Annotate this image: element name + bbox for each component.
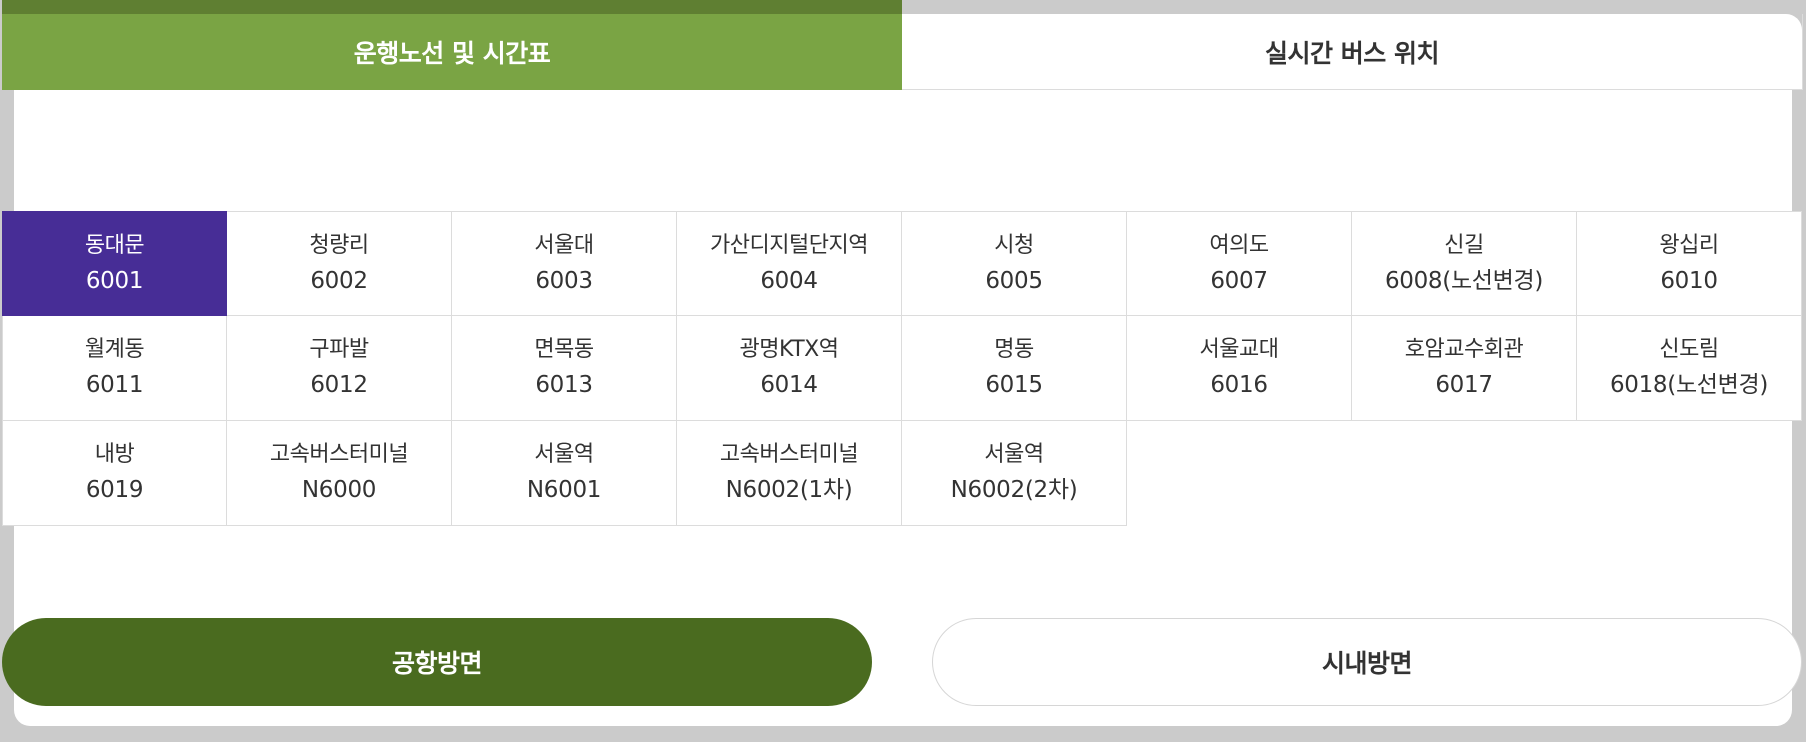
airport-direction-label: 공항방면 bbox=[391, 649, 483, 678]
route-cell[interactable]: 서울대 6003 bbox=[452, 211, 677, 316]
route-cell[interactable]: 월계동 6011 bbox=[2, 316, 227, 421]
route-cell[interactable]: 명동 6015 bbox=[902, 316, 1127, 421]
route-number: N6001 bbox=[526, 477, 602, 503]
route-number: 6008(노선변경) bbox=[1384, 267, 1544, 294]
route-name: 명동 bbox=[994, 337, 1034, 362]
route-cell[interactable]: 서울역 N6001 bbox=[452, 421, 677, 526]
route-number: 6003 bbox=[535, 267, 593, 294]
route-name: 왕십리 bbox=[1659, 232, 1719, 258]
airport-direction-button[interactable]: 공항방면 bbox=[2, 618, 872, 706]
route-cell[interactable]: 청량리 6002 bbox=[227, 211, 452, 316]
route-cell[interactable]: 구파발 6012 bbox=[227, 316, 452, 421]
route-name: 구파발 bbox=[309, 337, 369, 362]
route-cell[interactable]: 고속버스터미널 N6000 bbox=[227, 421, 452, 526]
route-number: 6017 bbox=[1435, 372, 1493, 398]
route-number: 6012 bbox=[310, 372, 368, 398]
route-cell[interactable]: 가산디지털단지역 6004 bbox=[677, 211, 902, 316]
route-name: 동대문 bbox=[84, 232, 145, 258]
bus-route-panel: 운행노선 및 시간표 실시간 버스 위치 동대문 6001 청량리 6002 서울대 60… bbox=[0, 0, 1806, 742]
route-number: 6016 bbox=[1210, 372, 1268, 398]
route-number: 6010 bbox=[1660, 267, 1718, 294]
tab-routes-timetable-label: 운행노선 및 시간표 bbox=[353, 39, 551, 68]
route-cell[interactable]: 왕십리 6010 bbox=[1577, 211, 1802, 316]
route-cell[interactable]: 서울역 N6002(2차) bbox=[902, 421, 1127, 526]
route-cell[interactable]: 신길 6008(노선변경) bbox=[1352, 211, 1577, 316]
route-name: 서울역 bbox=[984, 442, 1044, 467]
route-name: 시청 bbox=[994, 232, 1034, 258]
route-name: 면목동 bbox=[534, 337, 594, 362]
tab-realtime-bus-location-label: 실시간 버스 위치 bbox=[1265, 38, 1439, 68]
route-number: N6002(1차) bbox=[725, 477, 853, 503]
route-number: 6018(노선변경) bbox=[1609, 372, 1769, 398]
route-name: 고속버스터미널 bbox=[719, 442, 859, 467]
route-cell[interactable]: 면목동 6013 bbox=[452, 316, 677, 421]
route-number: 6007 bbox=[1210, 267, 1268, 294]
route-cell[interactable]: 시청 6005 bbox=[902, 211, 1127, 316]
route-number: N6002(2차) bbox=[950, 477, 1078, 503]
tab-divider bbox=[1802, 14, 1803, 90]
route-cell[interactable]: 고속버스터미널 N6002(1차) bbox=[677, 421, 902, 526]
route-name: 가산디지털단지역 bbox=[710, 232, 868, 258]
route-cell[interactable]: 호암교수회관 6017 bbox=[1352, 316, 1577, 421]
route-name: 청량리 bbox=[309, 232, 369, 258]
route-number: 6002 bbox=[310, 267, 368, 294]
route-cell[interactable]: 내방 6019 bbox=[2, 421, 227, 526]
route-name: 서울교대 bbox=[1199, 337, 1279, 362]
tab-routes-timetable[interactable]: 운행노선 및 시간표 bbox=[2, 0, 902, 90]
city-direction-label: 시내방면 bbox=[1321, 649, 1413, 678]
route-name: 광명KTX역 bbox=[739, 337, 839, 362]
route-name: 호암교수회관 bbox=[1404, 337, 1524, 362]
route-name: 여의도 bbox=[1209, 232, 1269, 258]
route-number: 6004 bbox=[760, 267, 818, 294]
route-name: 서울대 bbox=[534, 232, 594, 258]
route-name: 신길 bbox=[1444, 232, 1484, 258]
route-number: 6015 bbox=[985, 372, 1043, 398]
route-cell[interactable]: 광명KTX역 6014 bbox=[677, 316, 902, 421]
route-number: 6001 bbox=[85, 267, 144, 294]
route-number: N6000 bbox=[301, 477, 377, 503]
city-direction-button[interactable]: 시내방면 bbox=[932, 618, 1802, 706]
route-name: 월계동 bbox=[84, 337, 145, 362]
route-cell[interactable]: 동대문 6001 bbox=[2, 211, 227, 316]
route-name: 내방 bbox=[94, 442, 135, 467]
route-number: 6011 bbox=[85, 372, 144, 398]
route-name: 신도림 bbox=[1659, 337, 1719, 362]
route-cell[interactable]: 신도림 6018(노선변경) bbox=[1577, 316, 1802, 421]
route-cell[interactable]: 서울교대 6016 bbox=[1127, 316, 1352, 421]
tab-realtime-bus-location[interactable]: 실시간 버스 위치 bbox=[902, 14, 1802, 90]
route-number: 6013 bbox=[535, 372, 593, 398]
route-number: 6019 bbox=[85, 477, 144, 503]
route-name: 고속버스터미널 bbox=[269, 442, 409, 467]
route-name: 서울역 bbox=[534, 442, 594, 467]
route-cell[interactable]: 여의도 6007 bbox=[1127, 211, 1352, 316]
route-number: 6014 bbox=[760, 372, 818, 398]
route-number: 6005 bbox=[985, 267, 1043, 294]
